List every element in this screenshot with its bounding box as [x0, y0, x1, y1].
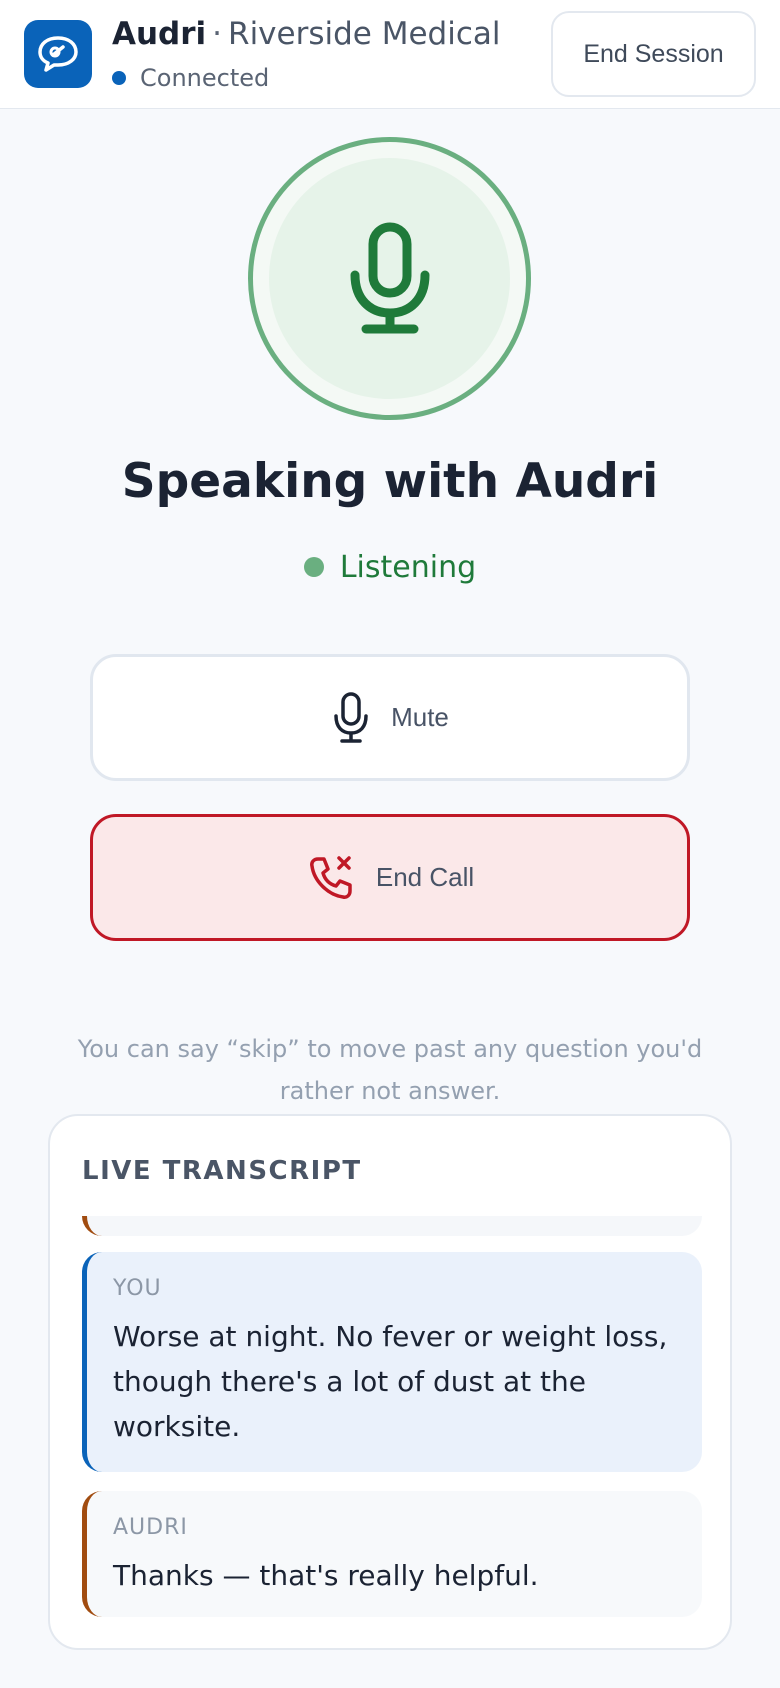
microphone-icon [350, 222, 429, 333]
listening-status: Listening [0, 545, 780, 589]
message-speaker: YOU [113, 1276, 162, 1301]
transcript-message-agent: AUDRI Thanks — that's really helpful. [82, 1491, 702, 1617]
mic-indicator-inner [269, 158, 510, 399]
call-title: Speaking with Audri [121, 454, 659, 509]
app-header: Audri · Riverside Medical Connected End Se… [0, 0, 780, 109]
message-text: Thanks — that's really helpful. [113, 1559, 539, 1592]
org-name: Riverside Medical [228, 16, 501, 52]
status-dot [303, 557, 324, 577]
transcript-title: LIVE TRANSCRIPT [82, 1156, 362, 1186]
transcript-message-partial [82, 1216, 702, 1236]
end-call-label: End Call [375, 862, 475, 892]
message-speaker: AUDRI [113, 1515, 188, 1540]
live-transcript-panel[interactable]: LIVE TRANSCRIPT YOU Worse at night. No f… [48, 1114, 732, 1650]
connection-status-text: Connected [140, 64, 270, 92]
status-text: Listening [339, 549, 477, 585]
skip-hint: You can say “skip” to move past any ques… [77, 1035, 703, 1105]
end-session-button[interactable]: End Session [551, 11, 756, 97]
message-text: Worse at night. No fever or weight loss,… [113, 1320, 668, 1443]
mute-label: Mute [391, 702, 449, 732]
brand-separator: · [212, 16, 223, 52]
connection-dot [112, 71, 126, 85]
mic-indicator [248, 137, 531, 420]
mute-button[interactable]: Mute [90, 654, 690, 781]
phone-hangup-icon [309, 855, 352, 899]
microphone-icon [334, 691, 368, 743]
transcript-message-user: YOU Worse at night. No fever or weight l… [82, 1252, 702, 1472]
connection-status: Connected [112, 64, 269, 92]
end-call-button[interactable]: End Call [90, 814, 690, 941]
agent-name: Audri [112, 16, 207, 52]
brand-title: Audri · Riverside Medical [112, 16, 500, 52]
chat-bubble-icon [24, 20, 92, 88]
